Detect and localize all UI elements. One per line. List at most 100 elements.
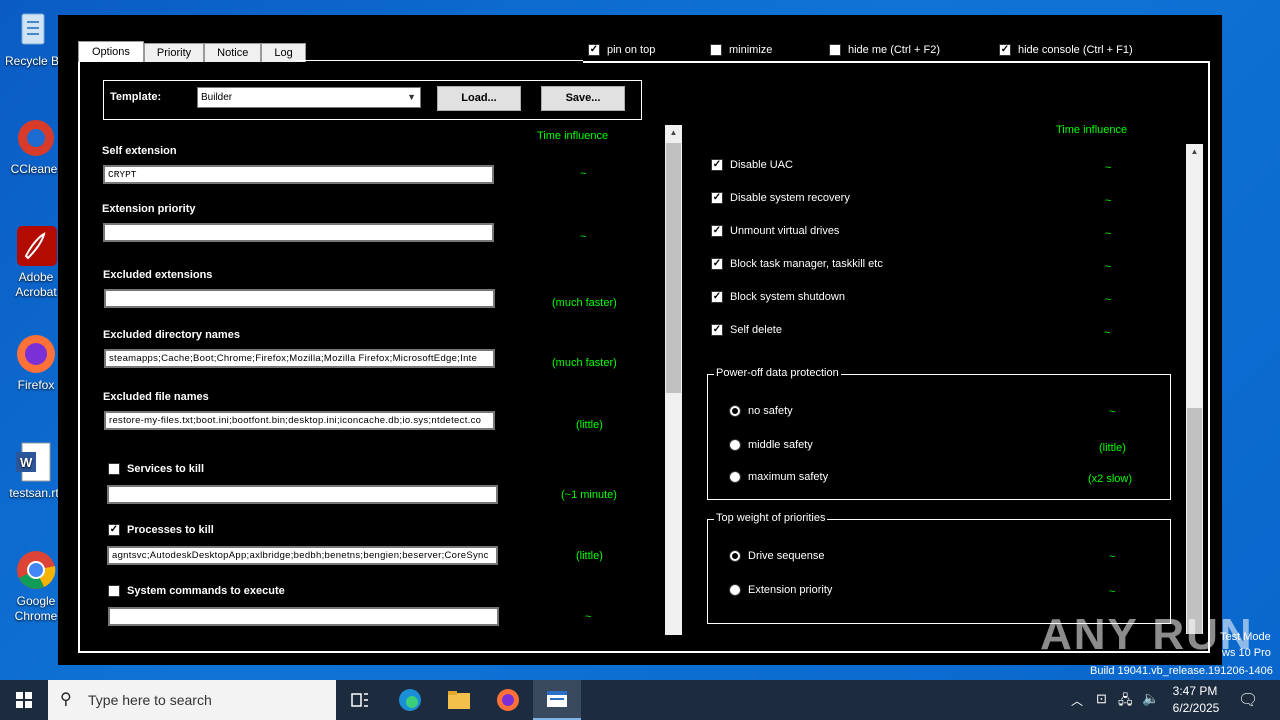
services-to-kill-input[interactable] <box>107 485 498 504</box>
middle-safety-influence: (little) <box>1099 442 1126 454</box>
services-to-kill-label: Services to kill <box>127 463 205 475</box>
unmount-virtual-drives-influence: ~ <box>1105 228 1112 240</box>
maximum-safety-radio[interactable]: maximum safety <box>729 471 828 483</box>
svg-text:W: W <box>20 455 33 470</box>
no-safety-label: no safety <box>748 405 793 417</box>
minimize-label: minimize <box>729 44 773 56</box>
block-system-shutdown-label: Block system shutdown <box>730 291 845 303</box>
notification-icon[interactable]: 🗨 <box>1238 690 1258 710</box>
power-off-protection-title: Power-off data protection <box>714 367 841 379</box>
disable-uac-checkbox[interactable]: ✓ Disable UAC <box>711 159 793 171</box>
extension-priority-input[interactable] <box>103 223 494 242</box>
left-scrollbar[interactable]: ▲ <box>665 125 682 635</box>
right-scrollbar[interactable]: ▲ <box>1186 144 1203 634</box>
time-influence-header-right: Time influence <box>1056 124 1128 136</box>
block-system-shutdown-influence: ~ <box>1105 294 1112 306</box>
panel-top-border <box>583 61 1210 63</box>
taskbar: ⚲ Type here to search ︿ ⊡ 🖧 🔈 3:47 PM 6/… <box>0 680 1280 720</box>
edge-taskbar-button[interactable] <box>386 680 434 720</box>
unmount-virtual-drives-checkbox[interactable]: ✓ Unmount virtual drives <box>711 225 839 237</box>
search-placeholder: Type here to search <box>88 692 212 708</box>
excluded-files-influence: (little) <box>576 419 603 431</box>
windows-edition-text: ws 10 Pro <box>1222 647 1271 659</box>
edge-icon <box>399 689 421 711</box>
chevron-up-icon[interactable]: ︿ <box>1071 692 1083 709</box>
excluded-files-input[interactable]: restore-my-files.txt;boot.ini;bootfont.b… <box>104 411 495 430</box>
disable-system-recovery-checkbox[interactable]: ✓ Disable system recovery <box>711 192 850 204</box>
excluded-extensions-influence: (much faster) <box>552 297 617 309</box>
scroll-up-icon[interactable]: ▲ <box>1186 144 1203 160</box>
clock-date[interactable]: 6/2/2025 <box>1168 701 1224 715</box>
volume-icon[interactable]: 🔈 <box>1142 690 1159 707</box>
disable-system-recovery-influence: ~ <box>1105 195 1112 207</box>
right-scroll-thumb[interactable] <box>1187 408 1202 634</box>
block-task-manager-checkbox[interactable]: ✓ Block task manager, taskkill etc <box>711 258 883 270</box>
minimize-checkbox[interactable]: minimize <box>710 44 772 56</box>
hide-console-checkbox[interactable]: ✓ hide console (Ctrl + F1) <box>999 44 1133 56</box>
firefox-taskbar-button[interactable] <box>484 680 532 720</box>
left-scroll-thumb[interactable] <box>666 143 681 393</box>
excluded-directories-label: Excluded directory names <box>103 329 240 341</box>
radio-unselected-icon <box>729 584 741 596</box>
app-window-icon <box>547 691 567 707</box>
tab-notice[interactable]: Notice <box>204 43 262 62</box>
template-select[interactable]: Builder ▼ <box>197 87 421 108</box>
no-safety-radio[interactable]: no safety <box>729 405 793 417</box>
tab-priority[interactable]: Priority <box>143 43 205 62</box>
self-extension-label: Self extension <box>102 145 177 157</box>
excluded-extensions-input[interactable] <box>104 289 495 308</box>
firefox-icon <box>497 689 519 711</box>
self-delete-checkbox[interactable]: ✓ Self delete <box>711 324 782 336</box>
network-icon[interactable]: 🖧 <box>1118 691 1133 713</box>
pin-on-top-checkbox[interactable]: ✓ pin on top <box>588 44 655 56</box>
excluded-directories-influence: (much faster) <box>552 357 617 369</box>
system-commands-influence: ~ <box>585 611 592 623</box>
disable-uac-label: Disable UAC <box>730 159 793 171</box>
scroll-up-icon[interactable]: ▲ <box>665 125 682 141</box>
checkbox-checked-icon: ✓ <box>999 44 1011 56</box>
middle-safety-label: middle safety <box>748 439 813 451</box>
file-explorer-taskbar-button[interactable] <box>435 680 483 720</box>
drive-sequence-label: Drive sequense <box>748 550 825 562</box>
processes-to-kill-influence: (little) <box>576 550 603 562</box>
save-button[interactable]: Save... <box>541 86 625 111</box>
radio-selected-icon <box>729 550 741 562</box>
services-to-kill-influence: (~1 minute) <box>561 489 617 501</box>
start-button[interactable] <box>0 680 48 720</box>
checkbox-checked-icon: ✓ <box>711 192 723 204</box>
checkbox-checked-icon: ✓ <box>711 159 723 171</box>
test-mode-text: Test Mode <box>1220 631 1271 643</box>
block-system-shutdown-checkbox[interactable]: ✓ Block system shutdown <box>711 291 845 303</box>
processes-to-kill-label: Processes to kill <box>127 524 214 536</box>
firefox-icon <box>14 332 58 376</box>
processes-to-kill-checkbox[interactable]: ✓ Processes to kill <box>108 524 214 536</box>
disable-uac-influence: ~ <box>1105 162 1112 174</box>
system-commands-checkbox[interactable]: System commands to execute <box>108 585 285 597</box>
device-icon[interactable]: ⊡ <box>1096 691 1107 707</box>
radio-unselected-icon <box>729 439 741 451</box>
disable-system-recovery-label: Disable system recovery <box>730 192 850 204</box>
middle-safety-radio[interactable]: middle safety <box>729 439 813 451</box>
checkbox-checked-icon: ✓ <box>711 225 723 237</box>
clock-time[interactable]: 3:47 PM <box>1172 684 1218 698</box>
services-to-kill-checkbox[interactable]: Services to kill <box>108 463 204 475</box>
excluded-directories-input[interactable]: steamapps;Cache;Boot;Chrome;Firefox;Mozi… <box>104 349 495 368</box>
chevron-down-icon: ▼ <box>407 92 416 102</box>
load-button[interactable]: Load... <box>437 86 521 111</box>
excluded-files-label: Excluded file names <box>103 391 209 403</box>
checkbox-unchecked-icon <box>108 463 120 475</box>
system-commands-input[interactable] <box>108 607 499 626</box>
processes-to-kill-input[interactable]: agntsvc;AutodeskDesktopApp;axlbridge;bed… <box>107 546 498 565</box>
recycle-bin-icon <box>10 8 54 52</box>
self-extension-input[interactable]: CRYPT <box>103 165 494 184</box>
extension-priority-radio[interactable]: Extension priority <box>729 584 832 596</box>
task-view-button[interactable] <box>336 680 384 720</box>
hide-me-checkbox[interactable]: hide me (Ctrl + F2) <box>829 44 940 56</box>
checkbox-unchecked-icon <box>108 585 120 597</box>
tab-options[interactable]: Options <box>78 41 144 62</box>
extension-priority-influence: ~ <box>580 231 587 243</box>
taskbar-search-box[interactable]: ⚲ Type here to search <box>48 680 336 720</box>
drive-sequence-radio[interactable]: Drive sequense <box>729 550 824 562</box>
active-app-taskbar-button[interactable] <box>533 680 581 720</box>
search-icon: ⚲ <box>60 691 72 708</box>
